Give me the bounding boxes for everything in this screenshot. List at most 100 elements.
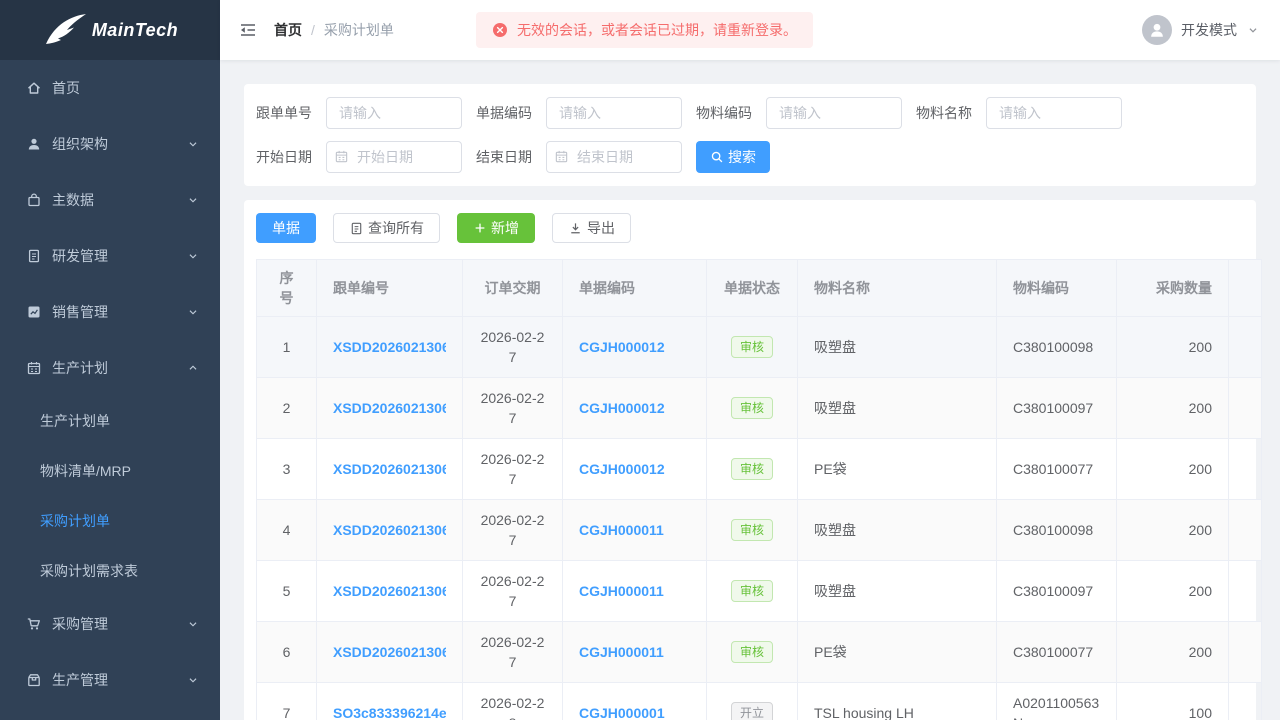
cell-material_code: C380100077 (996, 621, 1117, 683)
sidebar-item-label: 生产计划 (52, 360, 108, 376)
cell-delivery_date: 2026-02-27 (462, 377, 563, 439)
field-label-end-date: 结束日期 (476, 149, 532, 165)
sidebar-item-label: 研发管理 (52, 248, 108, 264)
column-header: 单据编码 (562, 259, 707, 317)
order-no-link[interactable]: XSDD2026021306.. (333, 337, 446, 357)
user-menu[interactable]: 开发模式 (1142, 15, 1260, 45)
column-header: 物料名称 (797, 259, 997, 317)
cell-material_name: PE袋 (797, 438, 997, 500)
cell-qty: 200 (1116, 377, 1229, 439)
sidebar-item-organization[interactable]: 组织架构 (0, 116, 220, 172)
sidebar-item-sales-management[interactable]: 销售管理 (0, 284, 220, 340)
field-label-doc-code: 单据编码 (476, 105, 532, 121)
user-icon (26, 136, 42, 152)
sidebar-subitem-purchase-plan-order[interactable]: 采购计划单 (0, 496, 220, 546)
doc-code-input[interactable] (546, 97, 682, 129)
menu-fold-icon[interactable] (238, 21, 258, 39)
doc-code-link[interactable]: CGJH000001 (579, 705, 665, 720)
brand-name: MainTech (91, 19, 179, 40)
chevron-down-icon (186, 137, 200, 151)
status-badge: 审核 (730, 397, 773, 419)
doc-code-link[interactable]: CGJH000011 (579, 644, 664, 660)
order-no-link[interactable]: XSDD2026021306.. (333, 459, 446, 479)
sidebar-item-rd-management[interactable]: 研发管理 (0, 228, 220, 284)
column-header: 序号 (256, 259, 317, 317)
sidebar-item-production-plan[interactable]: 生产计划 (0, 340, 220, 396)
cell-seq: 6 (256, 621, 317, 683)
cell-status: 审核 (706, 316, 798, 378)
material-code-input[interactable] (766, 97, 902, 129)
plus-icon (473, 221, 487, 235)
cell-doc_code: CGJH000012 (562, 377, 707, 439)
sidebar-subitem-bom-mrp[interactable]: 物料清单/MRP (0, 446, 220, 496)
empty-cell (1228, 316, 1262, 378)
add-button[interactable]: 新增 (457, 213, 535, 243)
toolbar: 单据 查询所有 新增 导出 (256, 213, 1244, 243)
cell-seq: 5 (256, 560, 317, 622)
sidebar-subitem-purchase-plan-demand[interactable]: 采购计划需求表 (0, 546, 220, 596)
doc-code-link[interactable]: CGJH000011 (579, 522, 664, 538)
cell-order_no: XSDD2026021306.. (316, 560, 463, 622)
package-icon (26, 672, 42, 688)
cell-status: 审核 (706, 621, 798, 683)
order-no-input[interactable] (326, 97, 462, 129)
cell-material_code: A0201100563N (996, 682, 1117, 720)
status-badge: 审核 (730, 519, 773, 541)
cell-order_no: SO3c833396214e40 (316, 682, 463, 720)
cell-delivery_date: 2026-02-27 (462, 316, 563, 378)
sidebar-item-master-data[interactable]: 主数据 (0, 172, 220, 228)
sidebar: MainTech 首页 组织架构 主数据研发管理销售管理生产计划生产计划单 物料清单/… (0, 0, 220, 720)
cell-seq: 2 (256, 377, 317, 439)
cell-status: 审核 (706, 377, 798, 439)
cell-seq: 1 (256, 316, 317, 378)
doc-code-link[interactable]: CGJH000011 (579, 583, 664, 599)
calendar-icon (334, 149, 349, 164)
empty-cell (1228, 438, 1262, 500)
cell-seq: 3 (256, 438, 317, 500)
column-header: 订单交期 (462, 259, 563, 317)
cell-material_name: 吸塑盘 (797, 560, 997, 622)
topbar: 首页 / 采购计划单 无效的会话，或者会话已过期，请重新登录。 开发模式 (220, 0, 1280, 60)
sidebar-subitem-production-plan-order[interactable]: 生产计划单 (0, 396, 220, 446)
table-row: 6 XSDD2026021306.. 2026-02-27 CGJH000011 审核 P… (256, 621, 1262, 683)
cell-seq: 7 (256, 682, 317, 720)
status-badge: 审核 (730, 580, 773, 602)
document-icon (26, 248, 42, 264)
sidebar-item-purchase-management[interactable]: 采购管理 (0, 596, 220, 652)
sidebar-item-home[interactable]: 首页 (0, 60, 220, 116)
doc-code-link[interactable]: CGJH000012 (579, 461, 665, 477)
cell-doc_code: CGJH000011 (562, 621, 707, 683)
field-label-start-date: 开始日期 (256, 149, 312, 165)
column-header: 物料编码 (996, 259, 1117, 317)
sidebar-menu: 首页 组织架构 主数据 研发管理 销售管理 生产计划 生产计划单 物料清单/MRP 采购计划单采… (0, 60, 220, 720)
cell-status: 审核 (706, 438, 798, 500)
doc-code-link[interactable]: CGJH000012 (579, 339, 665, 355)
cell-delivery_date: 2026-02-27 (462, 499, 563, 561)
material-name-input[interactable] (986, 97, 1122, 129)
cell-material_code: C380100098 (996, 499, 1117, 561)
search-button[interactable]: 搜索 (696, 141, 770, 173)
cell-status: 开立 (706, 682, 798, 720)
table-row: 7 SO3c833396214e40 2026-02-28 CGJH000001 开立 T… (256, 682, 1262, 720)
order-no-link[interactable]: SO3c833396214e40 (333, 703, 446, 720)
sidebar-item-production-management[interactable]: 生产管理 (0, 652, 220, 708)
cell-order_no: XSDD2026021306.. (316, 438, 463, 500)
column-header: 单据状态 (706, 259, 798, 317)
cell-material_code: C380100098 (996, 316, 1117, 378)
cell-order_no: XSDD2026021306.. (316, 621, 463, 683)
empty-cell (1228, 682, 1262, 720)
filter-panel: 跟单单号 单据编码 物料编码 物料名称 开始日期 结束日期 (244, 84, 1256, 186)
order-no-link[interactable]: XSDD2026021306.. (333, 642, 446, 662)
table-panel: 单据 查询所有 新增 导出 序号 跟单编号 订单交期 单据编码 单据状态 物料名… (244, 200, 1262, 720)
order-no-link[interactable]: XSDD2026021306.. (333, 581, 446, 601)
order-no-link[interactable]: XSDD2026021306.. (333, 398, 446, 418)
document-button[interactable]: 单据 (256, 213, 316, 243)
export-button[interactable]: 导出 (552, 213, 631, 243)
breadcrumb-home[interactable]: 首页 (274, 20, 302, 40)
cell-status: 审核 (706, 499, 798, 561)
order-no-link[interactable]: XSDD2026021306.. (333, 520, 446, 540)
list-icon (349, 221, 364, 236)
doc-code-link[interactable]: CGJH000012 (579, 400, 665, 416)
query-all-button[interactable]: 查询所有 (333, 213, 440, 243)
avatar (1142, 15, 1172, 45)
